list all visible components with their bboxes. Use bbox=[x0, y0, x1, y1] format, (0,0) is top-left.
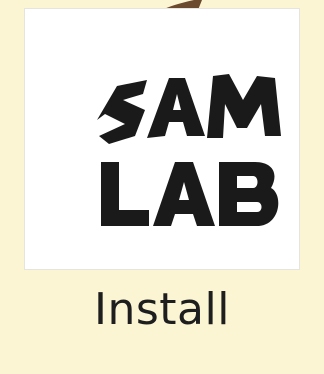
shortcut-icon-tile[interactable] bbox=[24, 8, 300, 270]
sam-lab-logo-icon bbox=[97, 74, 281, 226]
desktop: { "shortcut": { "label": "Install", "log… bbox=[0, 0, 324, 374]
shortcut-label[interactable]: Install bbox=[0, 280, 324, 340]
